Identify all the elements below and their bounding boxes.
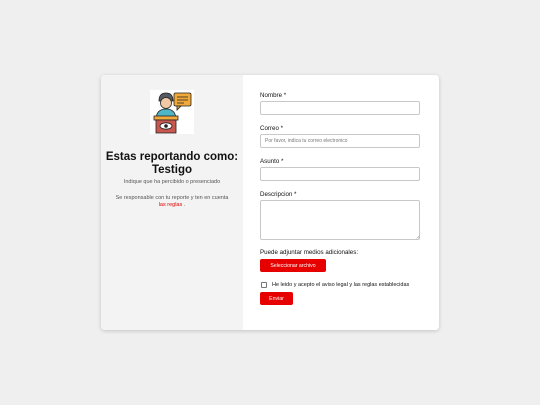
intro-note: Se responsable con tu reporte y ten en c… xyxy=(113,195,231,209)
note-prefix: Se responsable con tu reporte y ten en c… xyxy=(115,195,229,201)
report-card: Estas reportando como: Testigo Indique q… xyxy=(101,75,439,330)
witness-reporter-icon xyxy=(150,90,194,134)
descripcion-label: Descripcion * xyxy=(260,191,297,198)
select-file-button[interactable]: Seleccionar archivo xyxy=(260,259,326,272)
correo-label: Correo * xyxy=(260,125,284,132)
note-suffix: . xyxy=(183,202,186,208)
rules-link[interactable]: las reglas xyxy=(159,202,183,208)
asunto-label: Asunto * xyxy=(260,158,284,165)
correo-input[interactable] xyxy=(260,134,420,148)
attach-label: Puede adjuntar medios adicionales: xyxy=(260,249,359,256)
nombre-label: Nombre * xyxy=(260,92,287,99)
nombre-input[interactable] xyxy=(260,101,420,115)
page-title: Estas reportando como: Testigo xyxy=(105,151,239,176)
descripcion-textarea[interactable] xyxy=(260,200,420,240)
report-form: Nombre * Correo * Asunto * Descripcion *… xyxy=(243,75,439,330)
consent-label: He leido y acepto el aviso legal y las r… xyxy=(272,282,410,288)
intro-panel: Estas reportando como: Testigo Indique q… xyxy=(101,75,243,330)
submit-button[interactable]: Enviar xyxy=(260,292,293,305)
consent-checkbox[interactable] xyxy=(261,282,267,288)
intro-subtitle: Indique que ha percibido o presenciado xyxy=(123,179,221,185)
asunto-input[interactable] xyxy=(260,167,420,181)
resize-grip-icon[interactable] xyxy=(416,235,420,239)
